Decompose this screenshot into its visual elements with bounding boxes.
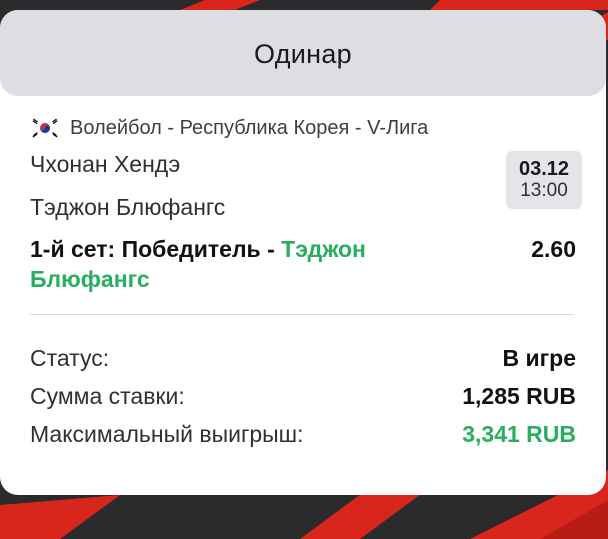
- bet-separator: -: [260, 236, 282, 262]
- home-team: Чхонан Хендэ: [30, 151, 181, 177]
- bet-card: Одинар Волейбол - Республика Корея - V-Л…: [0, 10, 606, 495]
- bet-selection: 1-й сет: Победитель - Тэджон Блюфангс: [30, 234, 450, 294]
- payout-label: Максимальный выигрыш:: [30, 420, 304, 447]
- teams: Чхонан Хендэ Тэджон Блюфангс: [30, 151, 225, 220]
- divider: [30, 314, 574, 315]
- south-korea-flag-icon: [30, 118, 60, 138]
- bet-selection-row: 1-й сет: Победитель - Тэджон Блюфангс 2.…: [30, 234, 576, 294]
- match-row: Чхонан Хендэ Тэджон Блюфангс 03.12 13:00: [30, 151, 582, 220]
- event-time: 13:00: [520, 180, 568, 201]
- bet-odds: 2.60: [531, 236, 576, 262]
- status-label: Статус:: [30, 344, 110, 371]
- event-datetime: 03.12 13:00: [506, 151, 582, 209]
- league-name: Волейбол - Республика Корея - V-Лига: [70, 116, 429, 139]
- away-team: Тэджон Блюфангс: [30, 194, 226, 220]
- stake-row: Сумма ставки: 1,285 RUB: [30, 377, 576, 415]
- stake-label: Сумма ставки:: [30, 382, 185, 409]
- card-header: Одинар: [0, 10, 606, 96]
- event-date: 03.12: [518, 158, 570, 180]
- payout-value: 3,341 RUB: [462, 420, 576, 447]
- bet-market: 1-й сет: Победитель: [30, 236, 261, 262]
- bet-type-title: Одинар: [254, 38, 352, 69]
- status-row: Статус: В игре: [30, 339, 576, 377]
- payout-row: Максимальный выигрыш: 3,341 RUB: [30, 415, 576, 453]
- stake-value: 1,285 RUB: [462, 382, 576, 409]
- card-body: Волейбол - Республика Корея - V-Лига Чхо…: [0, 116, 606, 453]
- league-row: Волейбол - Республика Корея - V-Лига: [30, 116, 574, 140]
- status-value: В игре: [502, 344, 576, 371]
